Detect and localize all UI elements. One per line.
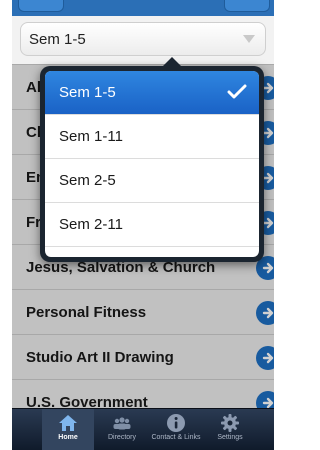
tab-contact-links[interactable]: Contact & Links [150, 409, 202, 450]
option-sem-2-11[interactable]: Sem 2-11 [45, 203, 259, 247]
people-icon [113, 417, 131, 430]
top-bar-button-left[interactable] [18, 0, 64, 12]
option-label: Sem 1-11 [59, 128, 123, 145]
option-label: Sem 2-11 [59, 216, 123, 233]
top-bar-button-right[interactable] [224, 0, 270, 12]
semester-dropdown: Sem 1-5 Sem 1-11 Sem 2-5 Sem 2-11 [40, 57, 264, 262]
option-sem-1-5[interactable]: Sem 1-5 [45, 71, 259, 115]
tab-settings[interactable]: Settings [204, 409, 256, 450]
semester-select-value: Sem 1-5 [29, 30, 86, 48]
tab-directory[interactable]: Directory [96, 409, 148, 450]
info-icon [167, 414, 185, 432]
semester-options: Sem 1-5 Sem 1-11 Sem 2-5 Sem 2-11 [45, 71, 259, 257]
app-frame: Sem 1-5 Al Ch En Fr Jesus, Salvation & C… [12, 0, 274, 450]
tab-label: Contact & Links [151, 434, 201, 441]
top-bar [12, 0, 274, 16]
option-label: Sem 2-5 [59, 172, 116, 189]
semester-select[interactable]: Sem 1-5 [20, 22, 266, 56]
tab-home[interactable]: Home [42, 409, 94, 450]
gear-icon [221, 414, 239, 432]
popover-notch [162, 57, 182, 67]
option-sem-2-5[interactable]: Sem 2-5 [45, 159, 259, 203]
checkmark-icon [227, 84, 247, 104]
chevron-down-icon [243, 35, 255, 43]
tab-label: Home [58, 434, 78, 441]
tab-label: Settings [217, 434, 243, 441]
semester-selector-bar: Sem 1-5 [12, 16, 274, 65]
home-icon [59, 415, 77, 431]
option-label: Sem 1-5 [59, 84, 116, 101]
option-sem-1-11[interactable]: Sem 1-11 [45, 115, 259, 159]
tab-bar: Home Directory Contact & Links Settings [12, 408, 274, 450]
tab-label: Directory [107, 434, 136, 441]
